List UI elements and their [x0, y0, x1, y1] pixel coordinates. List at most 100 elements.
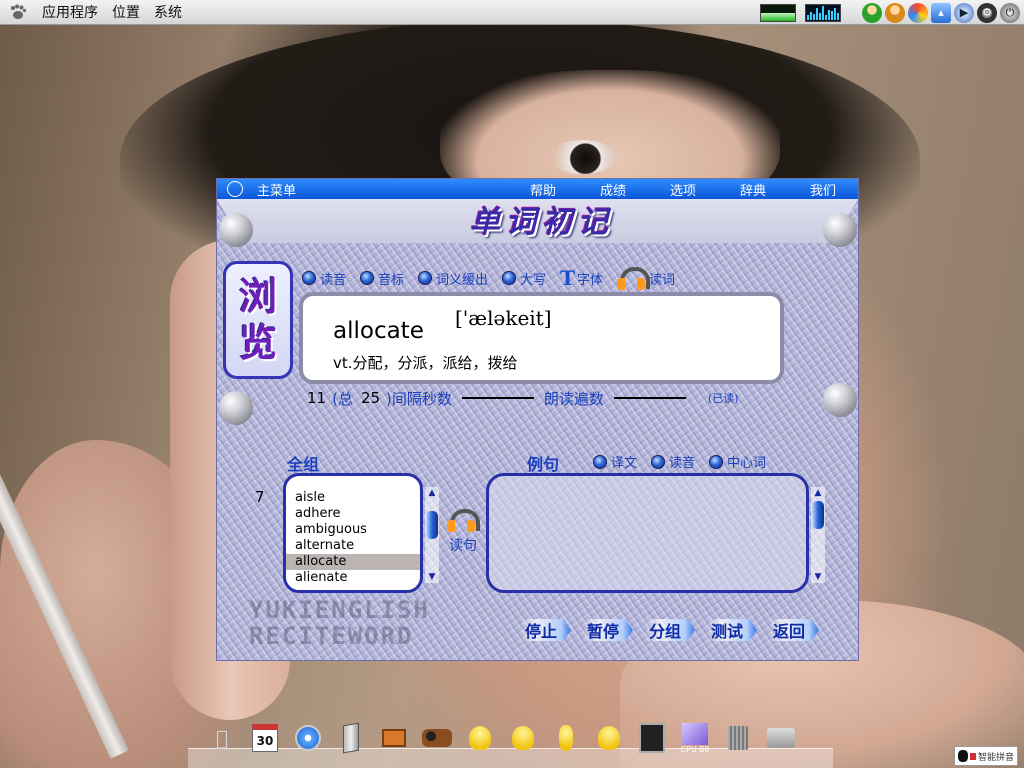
gear-icon[interactable]: ⚙ — [977, 2, 997, 23]
mode-label: 浏览 — [223, 261, 293, 379]
main-menu-button[interactable]: 主菜单 — [257, 180, 296, 199]
interval-label: )间隔秒数 — [386, 389, 452, 408]
font-button[interactable]: T 字体 — [560, 266, 603, 290]
cow-icon[interactable] — [421, 721, 453, 755]
read-status: (已读) — [707, 392, 739, 405]
duck-icon[interactable] — [593, 721, 625, 755]
user-green-icon[interactable] — [862, 2, 882, 23]
speaker-icon[interactable]: ▴ — [931, 2, 951, 23]
swirl-icon[interactable] — [908, 2, 928, 23]
scroll-up-icon[interactable]: ▲ — [811, 487, 825, 499]
cpu-monitor-icon[interactable] — [805, 3, 841, 22]
scroll-down-icon[interactable]: ▼ — [425, 571, 439, 583]
list-item[interactable]: alienate — [286, 570, 420, 586]
word-list[interactable]: aisle adhere ambiguous alternate allocat… — [283, 473, 423, 593]
word-list-title: 全组 — [287, 455, 320, 474]
radio-icon — [709, 454, 724, 469]
power-icon[interactable]: ⏻ — [1000, 2, 1020, 23]
duck-icon[interactable] — [464, 721, 496, 755]
radio-icon — [302, 271, 316, 285]
calendar-icon[interactable]: 30 — [249, 721, 281, 755]
dictionary-menu[interactable]: 辞典 — [740, 180, 766, 199]
word-list-scrollbar[interactable]: ▲ ▼ — [425, 487, 439, 583]
rivet-ball — [219, 213, 253, 247]
option-phonetic[interactable]: 音标 — [360, 269, 404, 288]
rivet-ball — [823, 213, 857, 247]
option-uppercase[interactable]: 大写 — [502, 269, 546, 288]
user-orange-icon[interactable] — [885, 2, 905, 23]
example-title: 例句 — [527, 455, 560, 474]
list-item[interactable]: ambiguous — [286, 522, 420, 538]
app-window: 主菜单 帮助 成绩 选项 辞典 我们 单词初记 浏览 读音 音标 词义缓出 大写… — [217, 179, 858, 660]
menu-system[interactable]: 系统 — [154, 2, 182, 22]
list-item-selected[interactable]: allocate — [286, 554, 420, 570]
phonetic-text: ['æləkeit] — [455, 306, 552, 330]
apple-icon[interactable]:  — [206, 721, 238, 755]
input-method-indicator[interactable]: 智能拼音 — [954, 746, 1018, 766]
app-menubar: 主菜单 帮助 成绩 选项 辞典 我们 — [217, 179, 858, 199]
scroll-up-icon[interactable]: ▲ — [425, 487, 439, 499]
menu-applications[interactable]: 应用程序 — [42, 2, 98, 22]
action-buttons: 停止 暂停 分组 测试 返回 — [521, 619, 819, 641]
menu-places[interactable]: 位置 — [112, 2, 140, 22]
scroll-thumb[interactable] — [426, 511, 438, 539]
radio-icon — [502, 271, 517, 285]
duck-icon[interactable] — [507, 721, 539, 755]
gnome-foot-icon[interactable] — [8, 3, 28, 21]
option-pronunciation[interactable]: 读音 — [302, 269, 346, 288]
terminal-icon[interactable] — [636, 721, 668, 755]
back-button[interactable]: 返回 — [769, 619, 819, 641]
option-example-audio[interactable]: 读音 — [651, 452, 695, 471]
read-sentence-button[interactable]: 读句 — [443, 507, 483, 555]
list-item[interactable]: alternate — [286, 538, 420, 554]
easel-icon[interactable] — [378, 721, 410, 755]
about-menu[interactable]: 我们 — [810, 180, 836, 199]
read-sentence-label: 读句 — [449, 538, 477, 554]
option-translation[interactable]: 译文 — [593, 452, 637, 471]
total-count: 25 — [360, 389, 381, 407]
top-panel: 应用程序 位置 系统 ▴ ▶ ⚙ ⏻ — [0, 0, 1024, 25]
monitor-icon[interactable] — [335, 721, 367, 755]
current-index: 11 — [307, 389, 327, 407]
radio-icon — [651, 454, 666, 469]
group-button[interactable]: 分组 — [645, 619, 695, 641]
lock-icon — [969, 752, 976, 760]
radio-icon — [418, 271, 433, 285]
network-monitor-icon[interactable] — [760, 3, 796, 22]
meaning-text: vt.分配，分派，派给，拨给 — [333, 354, 518, 372]
read-count-label: 朗读遍数 — [543, 389, 604, 408]
safari-icon[interactable] — [292, 721, 324, 755]
font-t-icon: T — [560, 266, 575, 290]
options-row: 读音 音标 词义缓出 大写 T 字体 读词 — [302, 265, 689, 291]
read-word-button[interactable]: 读词 — [616, 265, 675, 291]
list-item[interactable]: aisle — [286, 490, 420, 506]
scroll-down-icon[interactable]: ▼ — [811, 571, 825, 583]
options-menu[interactable]: 选项 — [670, 180, 696, 199]
read-count-field[interactable] — [613, 397, 686, 399]
option-delay-meaning[interactable]: 词义缓出 — [418, 269, 488, 288]
example-scrollbar[interactable]: ▲ ▼ — [811, 487, 825, 583]
pause-button[interactable]: 暂停 — [583, 619, 633, 641]
counter-row: 11 (总 25 )间隔秒数 朗读遍数 (已读) — [307, 387, 739, 409]
option-keyword[interactable]: 中心词 — [709, 452, 766, 471]
scroll-thumb[interactable] — [812, 501, 824, 529]
drive-icon[interactable] — [765, 721, 797, 755]
cpu-usage-icon[interactable]: CPU 88 — [679, 721, 711, 755]
app-logo: 单词初记 — [470, 205, 614, 240]
interval-field[interactable] — [461, 397, 534, 399]
example-sentence-box[interactable] — [486, 473, 809, 593]
test-button[interactable]: 测试 — [707, 619, 757, 641]
headphones-icon — [616, 265, 650, 291]
mode-text: 浏览 — [238, 275, 277, 365]
list-index: 7 — [255, 488, 265, 506]
word-card: allocate ['æləkeit] vt.分配，分派，派给，拨给 — [299, 292, 784, 384]
stop-button[interactable]: 停止 — [521, 619, 571, 641]
trash-icon[interactable] — [722, 721, 754, 755]
media-play-icon[interactable]: ▶ — [954, 2, 974, 23]
example-options: 译文 读音 中心词 — [593, 452, 780, 471]
rivet-ball — [219, 391, 253, 425]
radio-icon — [593, 454, 607, 469]
radio-icon — [360, 271, 375, 285]
duck-icon[interactable] — [550, 721, 582, 755]
list-item[interactable]: adhere — [286, 506, 420, 522]
